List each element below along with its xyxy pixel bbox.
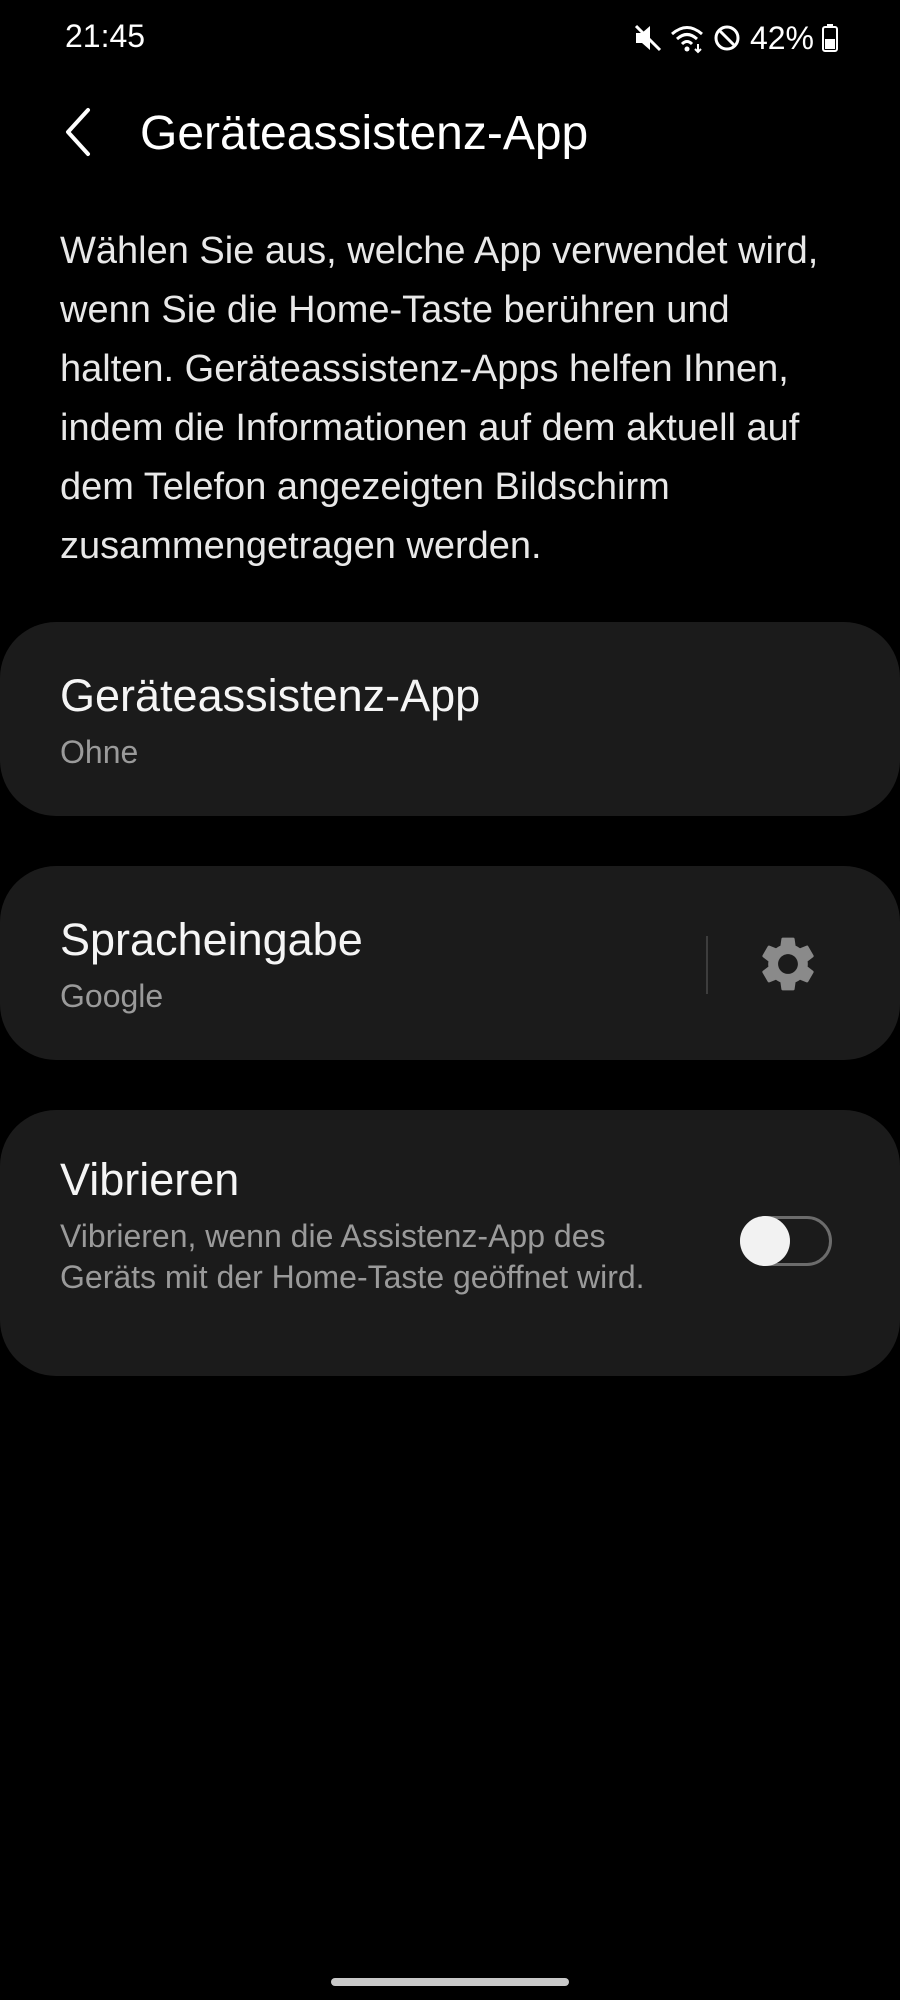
do-not-disturb-icon (712, 23, 742, 53)
status-icons: 42% (634, 18, 838, 58)
status-bar: 21:45 42% (0, 0, 900, 80)
divider (706, 936, 708, 994)
gear-icon (755, 931, 821, 1002)
voice-input-settings-button[interactable] (748, 926, 828, 1006)
status-time: 21:45 (65, 18, 146, 54)
assistant-app-setting[interactable]: Geräteassistenz-App Ohne (0, 622, 900, 816)
page-description: Wählen Sie aus, welche App verwendet wir… (60, 230, 819, 567)
battery-icon (822, 24, 838, 52)
assistant-app-title: Geräteassistenz-App (60, 670, 481, 721)
back-button[interactable] (48, 103, 110, 165)
voice-input-setting[interactable]: Spracheingabe Google (0, 866, 900, 1060)
assistant-app-value: Ohne (60, 734, 139, 770)
vibrate-setting[interactable]: Vibrieren Vibrieren, wenn die Assistenz-… (0, 1110, 900, 1376)
app-bar: Geräteassistenz-App (0, 95, 900, 175)
back-chevron-icon (62, 106, 96, 163)
battery-percent: 42% (749, 19, 814, 56)
toggle-knob (740, 1216, 790, 1266)
vibrate-title: Vibrieren (60, 1154, 240, 1205)
vibrate-description: Vibrieren, wenn die Assistenz-App des Ge… (60, 1218, 645, 1295)
vibrate-toggle[interactable] (740, 1216, 832, 1266)
home-indicator[interactable] (331, 1978, 569, 1986)
voice-input-value: Google (60, 978, 164, 1014)
page-title: Geräteassistenz-App (140, 107, 589, 160)
voice-input-title: Spracheingabe (60, 914, 363, 965)
wifi-icon (670, 22, 704, 54)
mute-icon (634, 22, 662, 54)
